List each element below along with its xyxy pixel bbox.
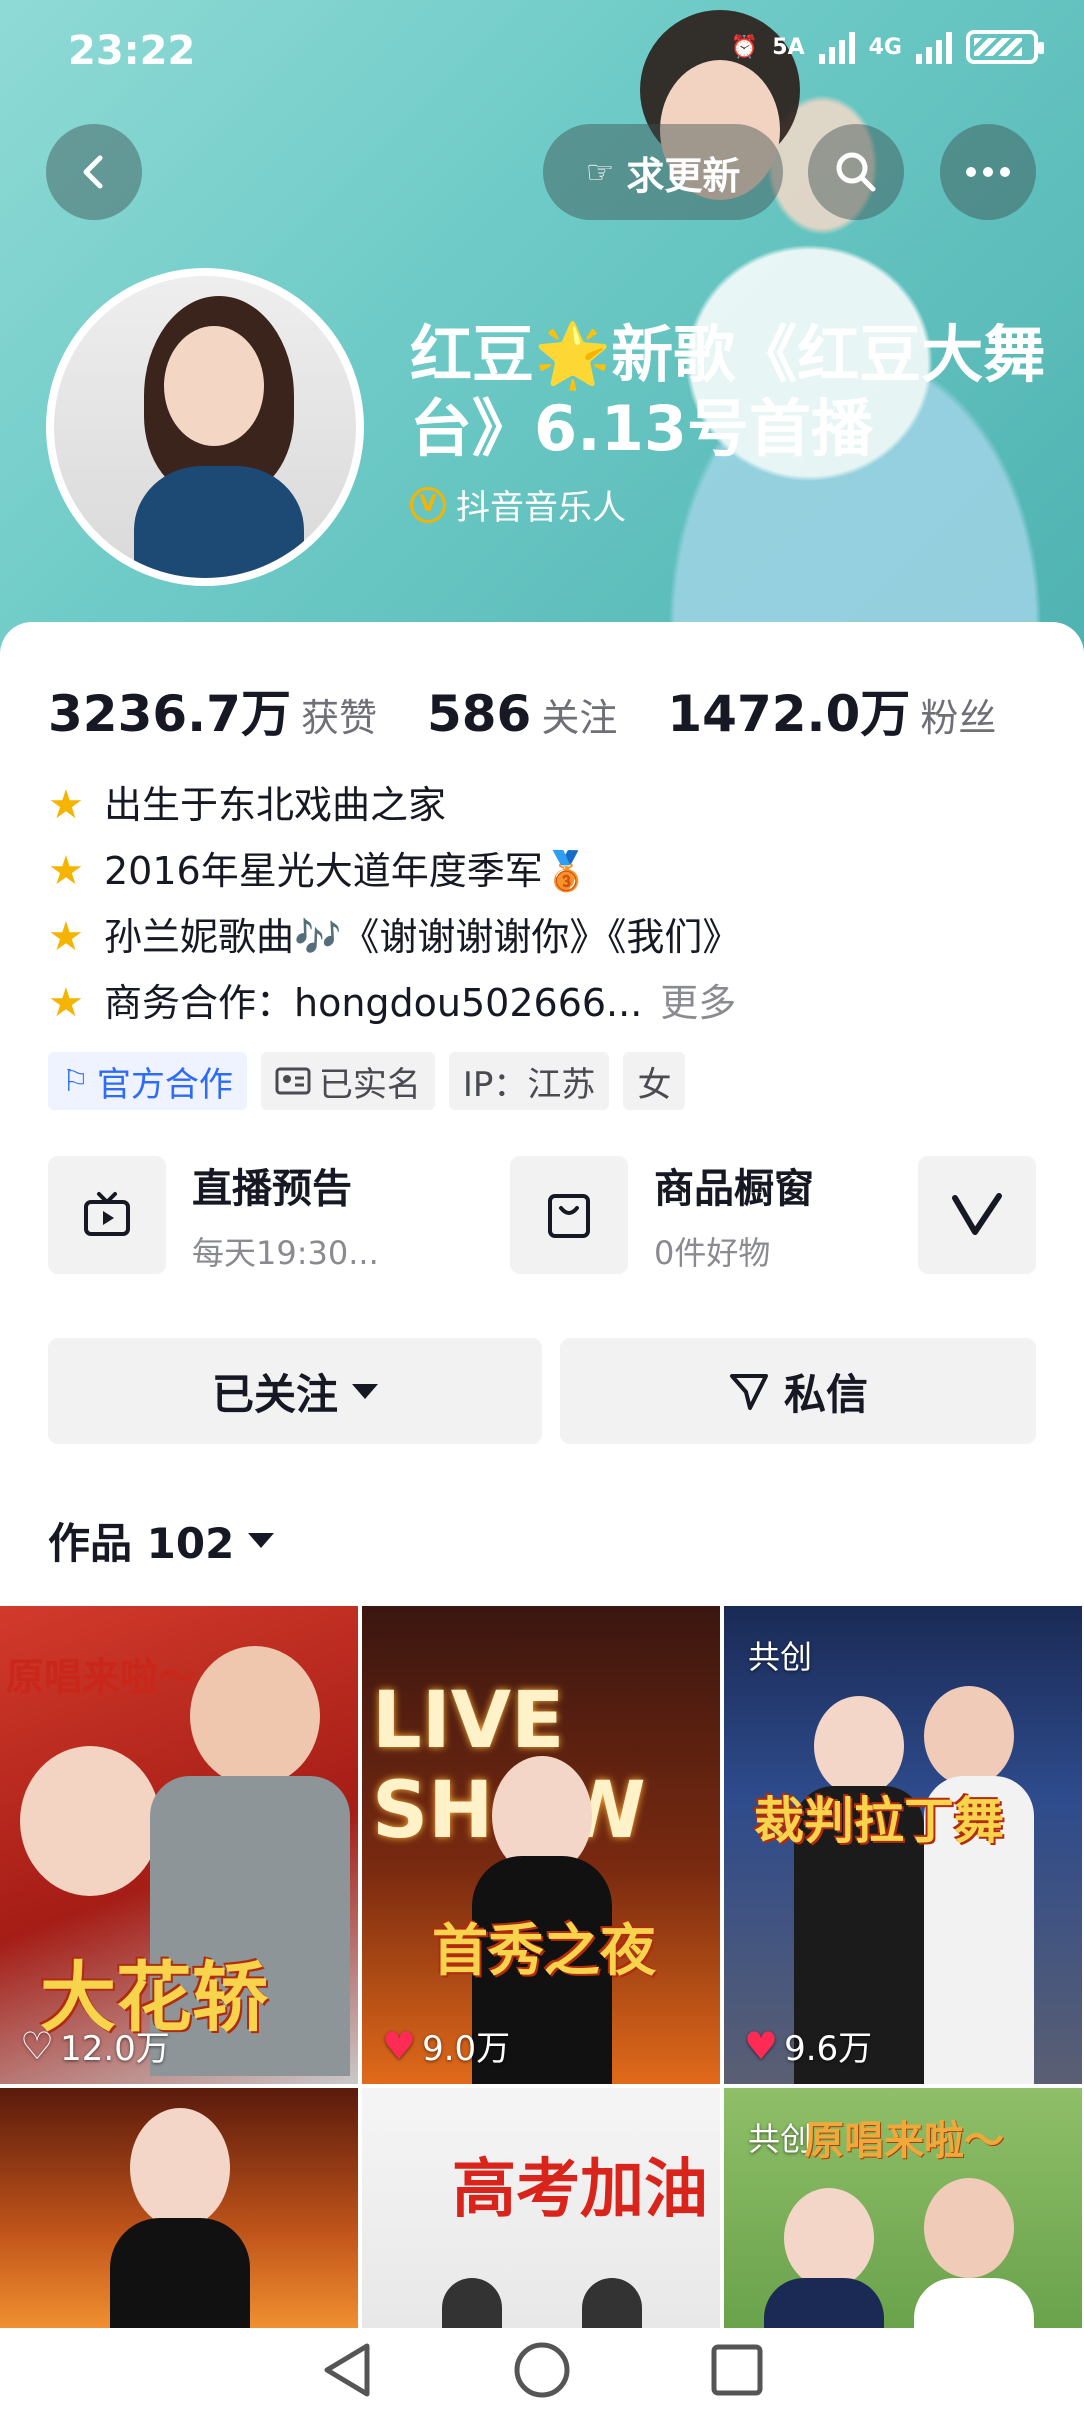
bio-line: ★ 出生于东北戏曲之家 <box>48 772 740 838</box>
tag-gender: 女 <box>623 1052 686 1110</box>
verified-musician[interactable]: V 抖音音乐人 <box>410 480 626 529</box>
stat-following[interactable]: 586 关注 <box>427 685 617 743</box>
bio-more-link[interactable]: 更多 <box>660 970 736 1036</box>
tag-ip-location: IP：江苏 <box>448 1052 610 1110</box>
search-icon <box>836 152 876 192</box>
nav-back-icon[interactable] <box>319 2340 375 2400</box>
verified-badge-icon: V <box>410 486 446 523</box>
heart-filled-icon: ♥ <box>382 2023 417 2068</box>
profile-name: 红豆🌟新歌《红豆大舞台》6.13号首播 <box>410 318 1046 465</box>
dropdown-triangle-icon <box>352 1383 378 1399</box>
heart-outline-icon: ♡ <box>20 2023 55 2068</box>
heart-filled-icon: ♥ <box>744 2023 779 2068</box>
bio-line: ★ 孙兰妮歌曲🎶《谢谢谢谢你》《我们》 <box>48 904 740 970</box>
message-button[interactable]: 私信 <box>560 1338 1036 1444</box>
video-tile[interactable]: 原唱来啦～ 大花轿 ♡ 12.0万 <box>0 1606 358 2084</box>
pointing-hand-icon: ☞ <box>585 153 615 191</box>
bio-line: ★ 商务合作：hongdou502666... 更多 <box>48 970 740 1036</box>
request-update-button[interactable]: ☞ 求更新 <box>543 124 783 220</box>
battery-icon <box>966 30 1044 64</box>
stat-followers[interactable]: 1472.0万 粉丝 <box>667 674 996 746</box>
id-card-icon <box>275 1067 311 1095</box>
avatar[interactable] <box>46 268 364 586</box>
back-arrow-icon <box>83 155 103 189</box>
nav-home-icon[interactable] <box>512 2340 572 2400</box>
signal-icon <box>818 30 855 64</box>
more-options-button[interactable] <box>940 124 1036 220</box>
video-tile[interactable]: 共创 原唱来啦～ <box>724 2088 1082 2328</box>
status-bar: 23:22 ⏰ 5A 4G <box>0 0 1084 100</box>
profile-stats: 3236.7万 获赞 586 关注 1472.0万 粉丝 <box>48 674 996 746</box>
dropdown-triangle-icon <box>248 1533 275 1548</box>
shop-window-entry[interactable]: 商品橱窗 0件好物 <box>510 1156 814 1274</box>
system-nav-bar <box>0 2328 1084 2412</box>
video-tile[interactable]: 共创 裁判拉丁舞 ♥ 9.6万 <box>724 1606 1082 2084</box>
network-label-b: 4G <box>868 34 902 60</box>
profile-card: 3236.7万 获赞 586 关注 1472.0万 粉丝 ★ 出生于东北戏曲之家 ★ 20… <box>0 622 1084 2412</box>
bio: ★ 出生于东北戏曲之家 ★ 2016年星光大道年度季军🥉 ★ 孙兰妮歌曲🎶《谢谢谢谢你… <box>48 772 740 1036</box>
co-creation-badge: 共创 <box>748 1638 813 1676</box>
alarm-icon: ⏰ <box>730 34 759 60</box>
stat-likes[interactable]: 3236.7万 获赞 <box>48 674 377 746</box>
signal-icon-2 <box>916 30 952 64</box>
shopping-bag-icon <box>548 1194 590 1238</box>
v-entry-button[interactable] <box>918 1156 1036 1274</box>
send-message-icon <box>729 1374 768 1410</box>
cooperation-icon: ⚐ <box>62 1063 89 1099</box>
star-icon: ★ <box>48 848 84 894</box>
star-icon: ★ <box>48 782 84 828</box>
search-button[interactable] <box>808 124 904 220</box>
video-tile[interactable]: 高考加油 <box>362 2088 720 2328</box>
profile-tags: ⚐ 官方合作 已实名 IP：江苏 女 <box>48 1052 686 1110</box>
tv-icon <box>84 1192 130 1236</box>
video-likes: ♡ 12.0万 <box>20 2023 170 2070</box>
co-creation-badge: 共创 <box>748 2120 813 2158</box>
more-dots-icon <box>966 167 1010 177</box>
tag-real-name[interactable]: 已实名 <box>260 1052 435 1110</box>
live-preview-entry[interactable]: 直播预告 每天19:30... <box>48 1156 379 1274</box>
video-likes: ♥ 9.0万 <box>382 2023 511 2070</box>
video-likes: ♥ 9.6万 <box>744 2023 873 2070</box>
status-time: 23:22 <box>68 28 196 74</box>
back-button[interactable] <box>46 124 142 220</box>
video-tile[interactable]: LIVE SHOW 首秀之夜 ♥9.0万 <box>362 1606 720 2084</box>
v-logo-icon <box>952 1193 1002 1235</box>
star-icon: ★ <box>48 980 84 1026</box>
tag-official-cooperation[interactable]: ⚐ 官方合作 <box>48 1052 247 1110</box>
nav-recents-icon[interactable] <box>709 2342 765 2398</box>
works-tab[interactable]: 作品 102 <box>48 1510 275 1571</box>
star-icon: ★ <box>48 914 84 960</box>
network-label-a: 5A <box>772 34 805 60</box>
followed-button[interactable]: 已关注 <box>48 1338 542 1444</box>
video-tile[interactable] <box>0 2088 358 2328</box>
bio-line: ★ 2016年星光大道年度季军🥉 <box>48 838 740 904</box>
profile-screen: 23:22 ⏰ 5A 4G ☞ 求更新 红豆🌟新歌《红豆大舞台》6.13号首播 … <box>0 0 1084 2412</box>
